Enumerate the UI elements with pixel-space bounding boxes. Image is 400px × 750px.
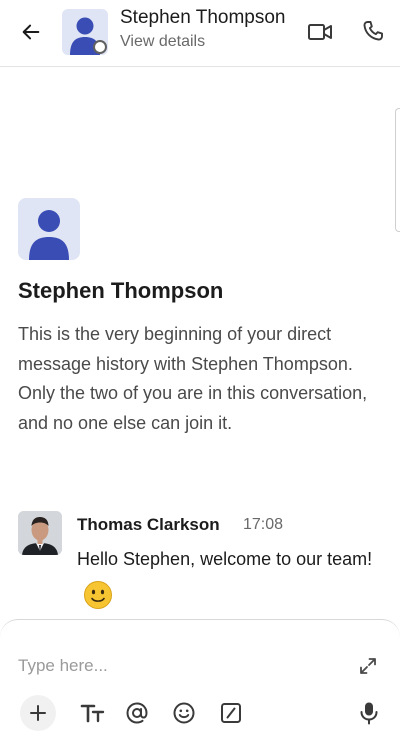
text-format-button[interactable] <box>76 696 110 730</box>
sender-avatar[interactable] <box>18 511 62 555</box>
audio-call-button[interactable] <box>360 18 386 44</box>
add-attachment-button[interactable] <box>20 695 56 731</box>
emoji-picker-button[interactable] <box>167 696 201 730</box>
smiley-icon <box>173 702 195 724</box>
intro-avatar <box>18 198 80 260</box>
video-call-button[interactable] <box>306 19 334 45</box>
message-sender[interactable]: Thomas Clarkson <box>77 515 220 535</box>
expand-composer-button[interactable] <box>356 654 380 678</box>
view-details-link[interactable]: View details <box>120 33 205 51</box>
at-sign-icon <box>126 702 148 724</box>
back-button[interactable] <box>18 19 44 45</box>
person-icon <box>29 210 69 260</box>
slash-box-icon <box>221 703 241 723</box>
microphone-icon <box>360 702 378 725</box>
intro-name: Stephen Thompson <box>18 278 224 303</box>
message-text: Hello Stephen, welcome to our team! <box>77 549 373 569</box>
video-camera-icon <box>308 24 332 40</box>
voice-message-button[interactable] <box>352 696 386 730</box>
intro-description: This is the very beginning of your direc… <box>18 324 368 433</box>
message-input[interactable] <box>18 654 318 678</box>
scrollbar-thumb[interactable] <box>395 108 400 232</box>
message-body: Hello Stephen, welcome to our team! <box>77 540 377 616</box>
slightly-smiling-face-icon <box>83 580 113 610</box>
plus-icon <box>30 705 46 721</box>
profile-photo <box>18 511 62 555</box>
header-title[interactable]: Stephen Thompson <box>120 7 286 29</box>
mention-button[interactable] <box>120 696 154 730</box>
expand-arrows-icon <box>360 658 376 674</box>
shortcuts-button[interactable] <box>214 696 248 730</box>
conversation-header: Stephen Thompson View details <box>0 0 400 67</box>
presence-status-indicator <box>93 40 107 54</box>
message-composer <box>0 619 400 750</box>
text-format-icon <box>80 704 105 723</box>
phone-icon <box>363 21 383 41</box>
arrow-left-icon <box>22 24 40 40</box>
message-timestamp: 17:08 <box>243 516 284 533</box>
